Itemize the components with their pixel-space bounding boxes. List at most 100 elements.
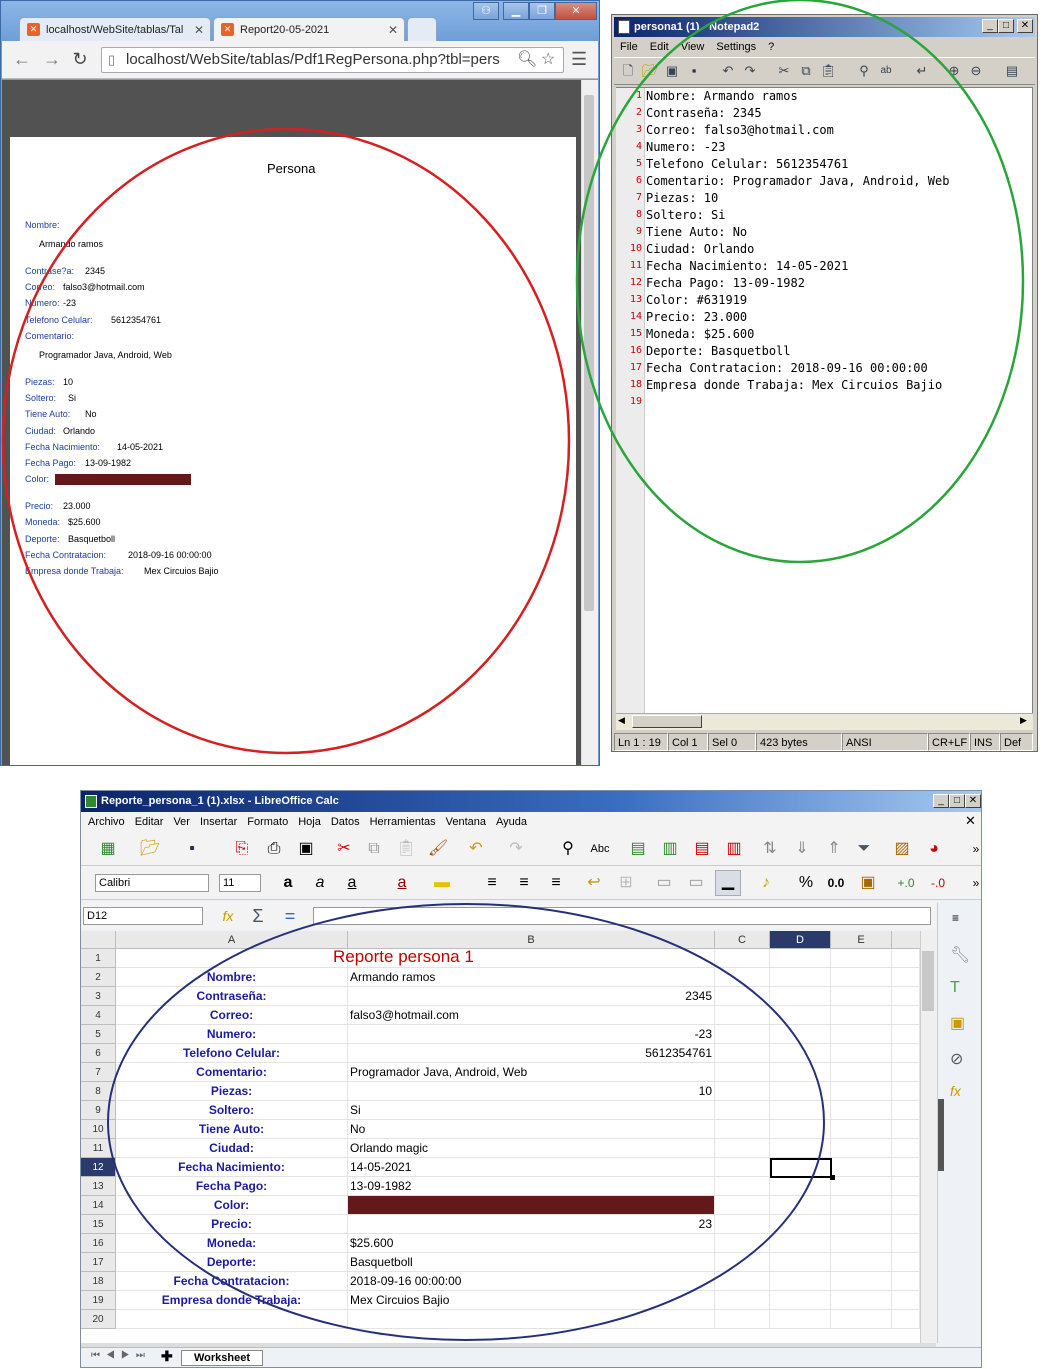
sort-descending-icon[interactable]: ⇓ <box>791 838 813 860</box>
new-tab-button[interactable] <box>407 17 437 43</box>
empty-cell[interactable] <box>715 1291 770 1310</box>
empty-cell[interactable] <box>892 1177 920 1196</box>
text-line[interactable]: Moneda: $25.600 <box>646 327 754 341</box>
styles-icon[interactable]: T <box>950 979 960 997</box>
print-preview-icon[interactable]: ▣ <box>295 838 317 860</box>
minimize-button[interactable]: ▁ <box>503 2 529 20</box>
row-header[interactable]: 8 <box>81 1082 116 1101</box>
close-window-button[interactable]: ✕ <box>1017 19 1033 33</box>
sidebar-collapse-handle[interactable] <box>938 1099 944 1171</box>
sheet-tab-worksheet[interactable]: Worksheet <box>181 1350 263 1366</box>
scroll-left-icon[interactable]: ◀ <box>618 715 625 726</box>
toolbar-overflow-icon[interactable]: » <box>965 838 987 860</box>
empty-cell[interactable] <box>892 987 920 1006</box>
clone-format-icon[interactable]: 🖌︎ <box>427 838 449 860</box>
cell-label[interactable]: Piezas: <box>116 1082 348 1101</box>
empty-cell[interactable] <box>770 968 831 987</box>
text-line[interactable]: Correo: falso3@hotmail.com <box>646 123 834 137</box>
maximize-button[interactable]: □ <box>949 794 965 808</box>
spellcheck-icon[interactable]: Abc <box>589 838 611 860</box>
cell-value[interactable]: Mex Circuios Bajio <box>348 1291 715 1310</box>
empty-cell[interactable] <box>770 1044 831 1063</box>
row-header[interactable]: 10 <box>81 1120 116 1139</box>
row-header[interactable]: 4 <box>81 1006 116 1025</box>
cell-label[interactable]: Fecha Contratacion: <box>116 1272 348 1291</box>
empty-cell[interactable] <box>715 1082 770 1101</box>
autofilter-icon[interactable]: ⏷ <box>853 838 875 860</box>
row-header[interactable]: 20 <box>81 1310 116 1329</box>
font-size-box[interactable]: 11 <box>219 874 261 892</box>
empty-cell[interactable] <box>715 1272 770 1291</box>
empty-cell[interactable] <box>831 1215 892 1234</box>
cell-value[interactable]: Si <box>348 1101 715 1120</box>
menu-formato[interactable]: Formato <box>247 816 288 828</box>
highlight-color-icon[interactable]: ▬ <box>431 872 453 894</box>
text-line[interactable]: Deporte: Basquetboll <box>646 344 791 358</box>
copy-icon[interactable]: ⧉ <box>798 63 814 79</box>
empty-cell[interactable] <box>892 1082 920 1101</box>
save-icon[interactable]: ▪ <box>686 63 702 79</box>
maximize-button[interactable]: □ <box>998 19 1014 33</box>
text-line[interactable]: Soltero: Si <box>646 208 725 222</box>
new-file-icon[interactable]: 🗋 <box>620 63 636 79</box>
empty-cell[interactable] <box>831 1139 892 1158</box>
row-header[interactable]: 19 <box>81 1291 116 1310</box>
empty-cell[interactable] <box>770 1063 831 1082</box>
empty-cell[interactable] <box>770 987 831 1006</box>
pdf-scrollbar-thumb[interactable] <box>584 95 594 611</box>
text-line[interactable]: Numero: -23 <box>646 140 725 154</box>
address-bar[interactable]: ▯ localhost/WebSite/tablas/Pdf1RegPerson… <box>101 47 564 73</box>
empty-cell[interactable] <box>770 1291 831 1310</box>
formula-input[interactable] <box>313 907 931 925</box>
insert-row-icon[interactable]: ▤ <box>627 838 649 860</box>
empty-cell[interactable] <box>892 1310 920 1329</box>
empty-cell[interactable] <box>831 1063 892 1082</box>
minimize-button[interactable]: _ <box>982 19 998 33</box>
menu-datos[interactable]: Datos <box>331 816 360 828</box>
empty-cell[interactable] <box>892 1025 920 1044</box>
cell-value[interactable]: falso3@hotmail.com <box>348 1006 715 1025</box>
cell-value[interactable]: 2018-09-16 00:00:00 <box>348 1272 715 1291</box>
merge-cells-icon[interactable]: ⊞ <box>615 872 637 894</box>
insert-chart-icon[interactable]: ◕ <box>923 838 945 860</box>
empty-cell[interactable] <box>715 1006 770 1025</box>
empty-cell[interactable] <box>715 1196 770 1215</box>
empty-cell[interactable] <box>831 1177 892 1196</box>
empty-cell[interactable] <box>770 1177 831 1196</box>
grid-vscroll-thumb[interactable] <box>922 951 934 1011</box>
empty-cell[interactable] <box>831 1044 892 1063</box>
empty-cell[interactable] <box>715 1253 770 1272</box>
bold-icon[interactable]: a <box>277 872 299 894</box>
cell-value[interactable]: -23 <box>348 1025 715 1044</box>
underline-icon[interactable]: a <box>341 872 363 894</box>
menu-settings[interactable]: Settings <box>716 41 756 53</box>
empty-cell[interactable] <box>715 1177 770 1196</box>
cell-value[interactable] <box>348 1196 715 1215</box>
empty-cell[interactable] <box>770 1006 831 1025</box>
close-tab-icon[interactable]: ✕ <box>388 18 398 42</box>
export-pdf-icon[interactable]: ⎘ <box>231 838 253 860</box>
wrap-text-icon[interactable]: ↩ <box>583 872 605 894</box>
sort-ascending-icon[interactable]: ⇑ <box>823 838 845 860</box>
corner-header[interactable] <box>81 931 116 949</box>
cell-value[interactable]: 10 <box>348 1082 715 1101</box>
cell-label[interactable]: Moneda: <box>116 1234 348 1253</box>
text-line[interactable]: Precio: 23.000 <box>646 310 747 324</box>
menu-insertar[interactable]: Insertar <box>200 816 237 828</box>
empty-cell[interactable] <box>831 1272 892 1291</box>
empty-cell[interactable] <box>892 1234 920 1253</box>
empty-cell[interactable] <box>831 1120 892 1139</box>
empty-cell[interactable] <box>831 1082 892 1101</box>
empty-cell[interactable] <box>770 1025 831 1044</box>
add-sheet-icon[interactable]: ✚ <box>161 1348 173 1365</box>
name-box[interactable]: D12 <box>83 907 203 925</box>
bookmark-star-icon[interactable]: ☆ <box>541 49 555 69</box>
empty-cell[interactable] <box>831 1291 892 1310</box>
cell-value[interactable]: Basquetboll <box>348 1253 715 1272</box>
functions-icon[interactable]: fx <box>950 1083 961 1099</box>
empty-cell[interactable] <box>715 1063 770 1082</box>
font-name-box[interactable]: Calibri <box>95 874 209 892</box>
text-line[interactable]: Fecha Nacimiento: 14-05-2021 <box>646 259 848 273</box>
zoom-icon[interactable]: 🔍︎ <box>517 49 537 69</box>
zoom-in-icon[interactable]: ⊕ <box>946 63 962 79</box>
